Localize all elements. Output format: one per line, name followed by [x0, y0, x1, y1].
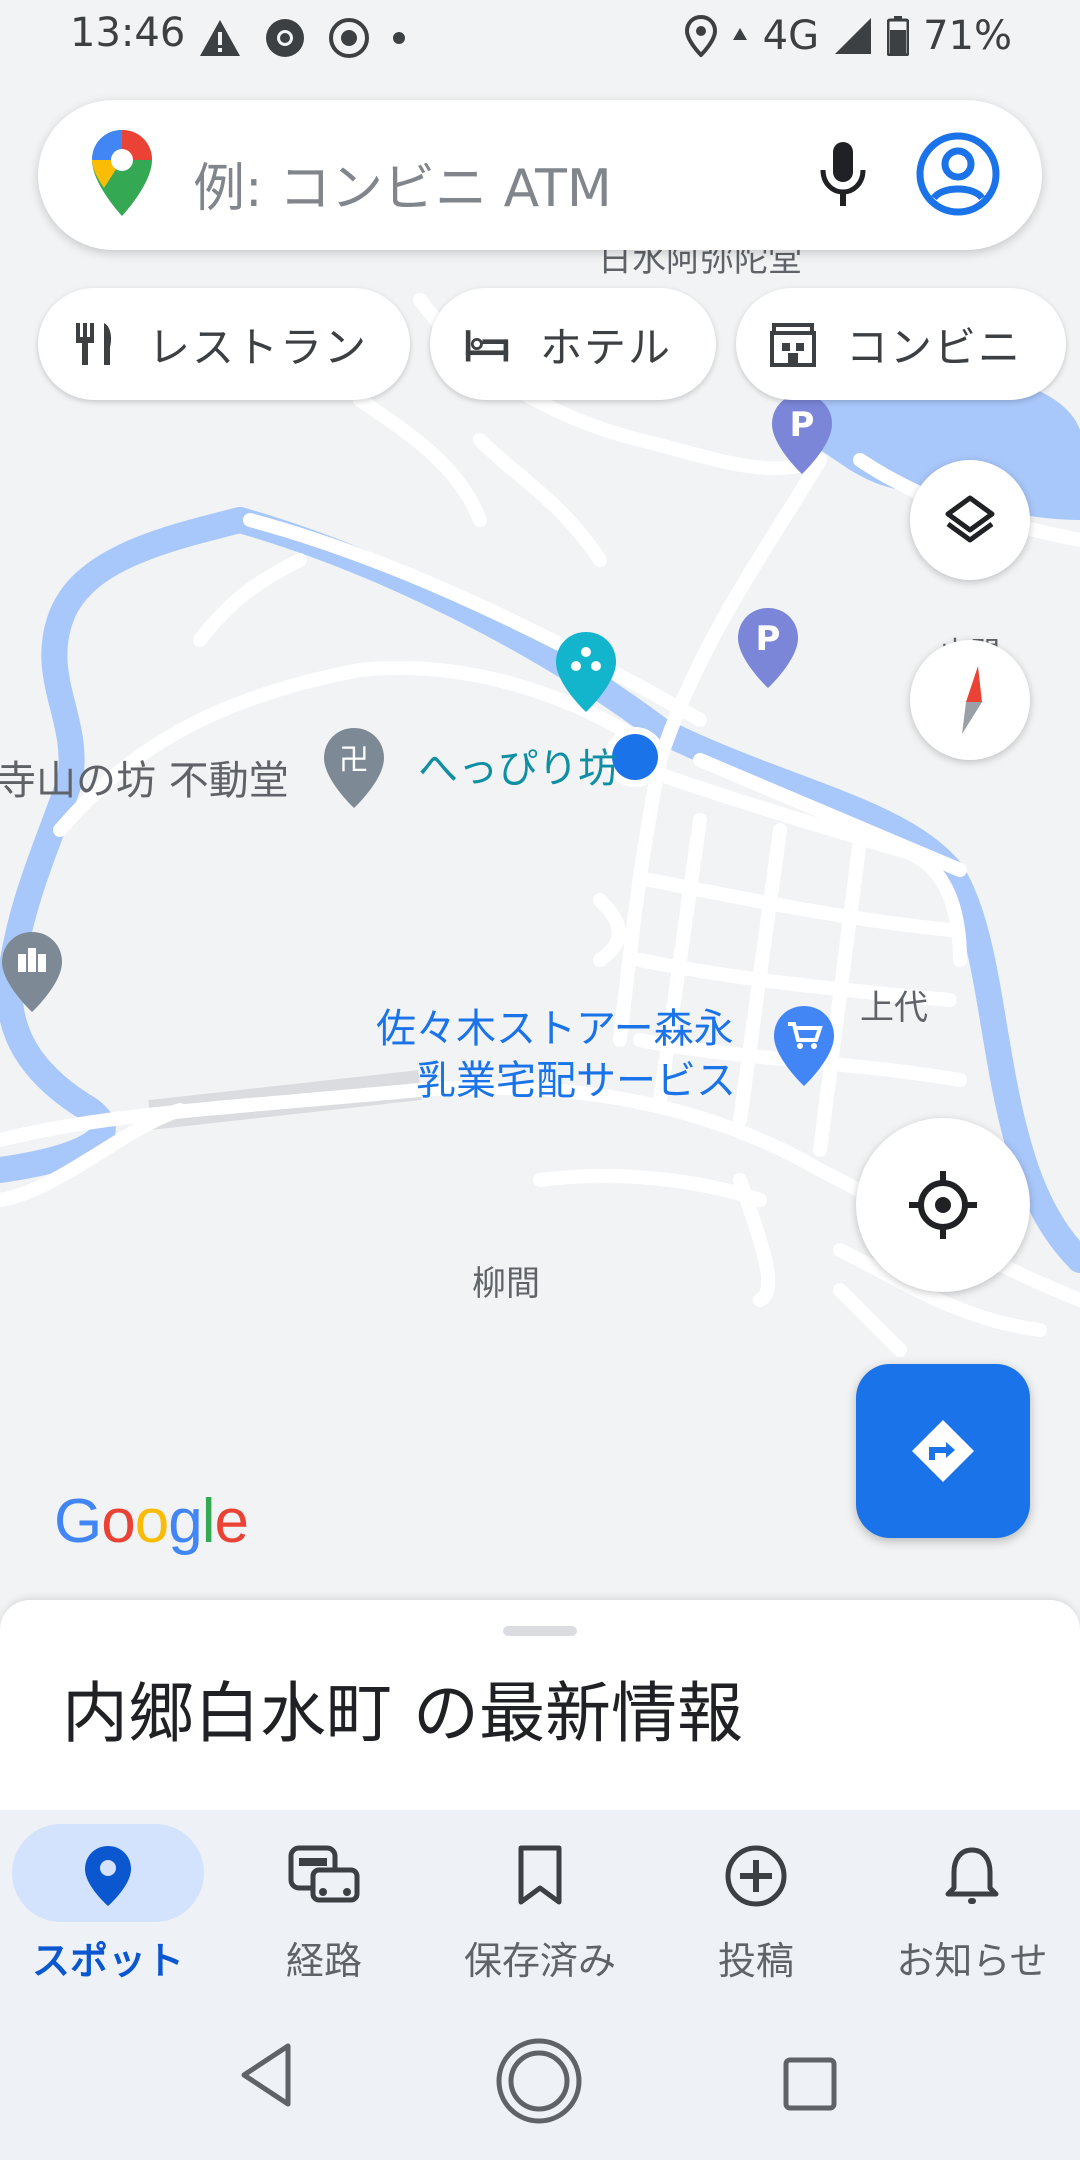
nav-label: 保存済み — [463, 1939, 616, 1983]
chip-label: ホテル — [540, 322, 673, 372]
google-logo-letter: e — [214, 1487, 248, 1556]
location-icon — [684, 15, 717, 57]
chip-hotel[interactable]: ホテル — [430, 288, 716, 400]
google-maps-logo-icon — [90, 128, 154, 222]
crosshair-icon — [909, 1171, 977, 1239]
chip-convenience-store[interactable]: コンビニ — [736, 288, 1066, 400]
battery-level: 71% — [923, 13, 1012, 59]
google-logo-letter: l — [201, 1487, 216, 1556]
google-logo-letter: o — [134, 1487, 169, 1556]
directions-icon — [912, 1420, 974, 1482]
network-type: 4G — [762, 13, 820, 59]
church-pin[interactable] — [0, 930, 64, 1018]
nav-item-updates[interactable]: お知らせ — [864, 1810, 1080, 2000]
search-input[interactable]: 例: コンビニ ATM — [193, 146, 612, 221]
compass-button[interactable] — [910, 640, 1030, 760]
map-label-store-line2: 乳業宅配サービス — [416, 1058, 736, 1104]
dot-icon — [393, 32, 405, 44]
bell-icon — [945, 1847, 999, 1904]
nav-item-contribute[interactable]: 投稿 — [648, 1810, 864, 2000]
nav-label: お知らせ — [896, 1939, 1048, 1983]
sheet-title: 内郷白水町 の最新情報 — [62, 1675, 743, 1752]
home-button[interactable] — [494, 2036, 584, 2130]
nav-label: 経路 — [285, 1939, 362, 1983]
warning-icon — [200, 20, 240, 56]
status-bar: 13:46 4G 71% — [0, 0, 1080, 76]
chip-label: レストラン — [148, 322, 369, 372]
fork-knife-icon — [76, 323, 112, 365]
parking-pin-label: P — [756, 619, 781, 659]
back-button[interactable] — [236, 2040, 296, 2114]
signal-icon — [835, 18, 872, 54]
map-label-yanagima: 柳間 — [472, 1264, 540, 1304]
temple-pin[interactable]: 卍 — [322, 726, 386, 814]
parking-pin-label: P — [790, 405, 815, 445]
layers-button[interactable] — [910, 460, 1030, 580]
map-label-temple: 寺山の坊 不動堂 — [0, 758, 289, 804]
store-pin[interactable] — [772, 1004, 836, 1092]
nav-label: 投稿 — [717, 1939, 794, 1983]
recents-icon — [783, 2057, 837, 2111]
nav-item-saved[interactable]: 保存済み — [432, 1810, 648, 2000]
commute-icon — [288, 1845, 360, 1903]
battery-icon — [887, 16, 910, 56]
location-pin-icon — [85, 1846, 131, 1906]
nav-label: スポット — [31, 1939, 184, 1983]
map-label-kamishiro: 上代 — [860, 988, 928, 1028]
system-navigation-bar — [0, 2000, 1080, 2160]
add-circle-icon — [725, 1845, 787, 1907]
status-notification-icons — [198, 14, 406, 62]
home-icon — [496, 2038, 582, 2124]
nav-item-explore[interactable]: スポット — [0, 1810, 216, 2000]
my-location-button[interactable] — [856, 1118, 1030, 1292]
chip-label: コンビニ — [846, 322, 1023, 372]
map-label-heppiri: へっぴり坊 — [418, 746, 618, 792]
layers-icon — [945, 495, 995, 543]
compass-icon — [962, 666, 982, 734]
directions-button[interactable] — [856, 1364, 1030, 1538]
google-logo-letter: o — [101, 1487, 135, 1556]
chip-restaurant[interactable]: レストラン — [38, 288, 410, 400]
google-logo-letter: g — [168, 1487, 202, 1556]
bed-icon — [465, 330, 509, 362]
google-logo: Google — [54, 1486, 249, 1557]
parking-pin[interactable]: P — [736, 606, 800, 694]
account-icon[interactable] — [914, 130, 1002, 222]
map-label-store-line1: 佐々木ストアー森永 — [376, 1006, 734, 1052]
bottom-sheet[interactable]: 内郷白水町 の最新情報 — [0, 1600, 1080, 1810]
bookmark-icon — [518, 1845, 562, 1905]
parking-pin[interactable]: P — [770, 392, 834, 480]
status-system-icons: 4G 71% — [684, 10, 1012, 62]
nav-item-commute[interactable]: 経路 — [216, 1810, 432, 2000]
attraction-pin[interactable] — [554, 630, 618, 718]
search-bar[interactable]: 例: コンビニ ATM — [38, 100, 1042, 250]
data-arrow-icon — [732, 28, 747, 40]
google-logo-letter: G — [54, 1487, 102, 1556]
bottom-navigation: スポット 経路 保存済み 投稿 お知らせ — [0, 1810, 1080, 2000]
sheet-drag-handle[interactable] — [503, 1626, 577, 1636]
svg-text:卍: 卍 — [339, 743, 369, 778]
store-icon — [770, 323, 816, 367]
mic-icon[interactable] — [813, 136, 873, 216]
back-icon — [241, 2043, 291, 2107]
game-controller-icon — [329, 18, 369, 58]
chrome-icon — [266, 19, 304, 57]
recents-button[interactable] — [782, 2056, 838, 2116]
status-time: 13:46 — [70, 10, 186, 56]
